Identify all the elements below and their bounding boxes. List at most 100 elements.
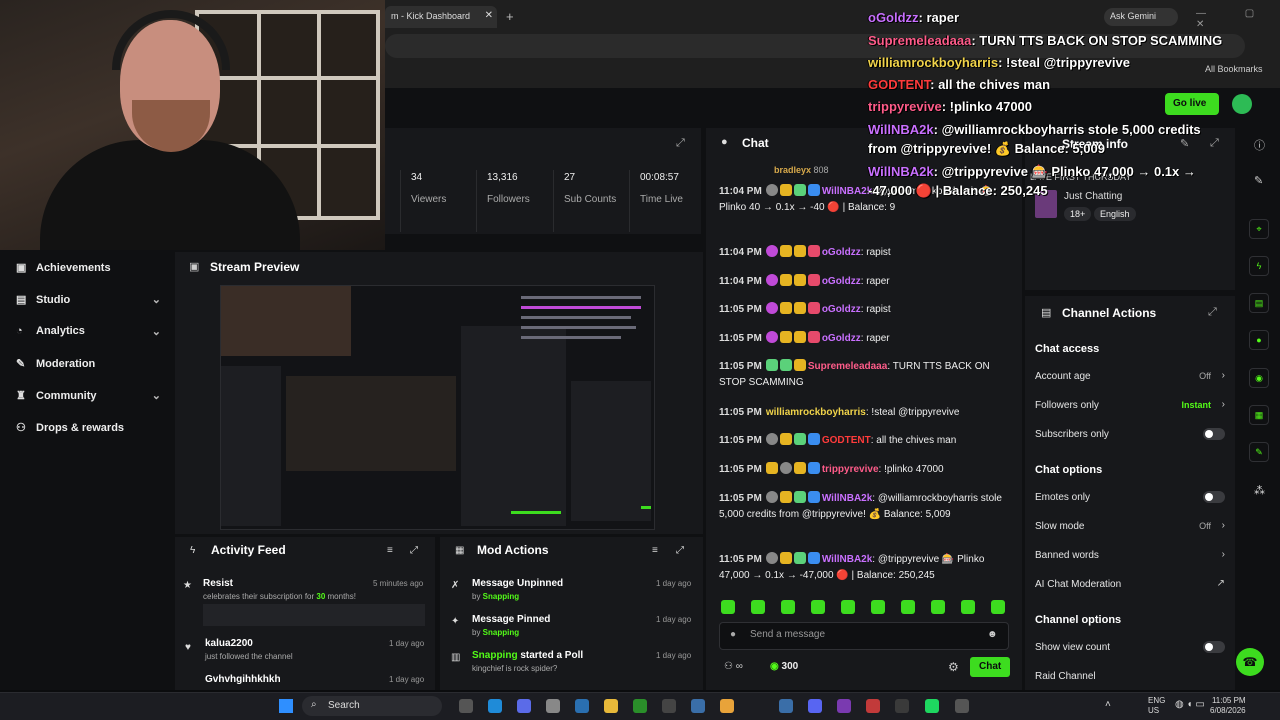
edit-icon[interactable]: ✎	[1180, 137, 1189, 150]
network-volume-icon[interactable]: ◍ ◖ ▭	[1175, 699, 1205, 710]
emoji-icon[interactable]: ☻	[987, 629, 998, 640]
feed-user[interactable]: Gvhvhgihhkhkh	[205, 674, 281, 685]
lightning-icon[interactable]: ϟ	[1249, 256, 1269, 276]
app-icon[interactable]	[779, 699, 793, 713]
sidebar-item-drops-rewards[interactable]: ⚇ Drops & rewards	[16, 421, 161, 441]
edit-icon[interactable]: ✎	[1254, 174, 1263, 187]
chat-message[interactable]: 11:05 PM GODTENT: all the chives man	[719, 433, 1009, 449]
setting-banned-words[interactable]: Banned words ›	[1035, 549, 1225, 561]
steam-icon[interactable]	[575, 699, 589, 713]
task-view-icon[interactable]	[459, 699, 473, 713]
emote-icon[interactable]	[721, 600, 735, 614]
emote-icon[interactable]	[931, 600, 945, 614]
taskbar-search[interactable]: Search	[302, 696, 442, 716]
emote-icon[interactable]	[901, 600, 915, 614]
chat-send-button[interactable]: Chat	[970, 657, 1010, 677]
chat-message[interactable]: 11:05 PM oGoldzz: raper	[719, 331, 1009, 347]
emote-icon[interactable]	[961, 600, 975, 614]
setting-raid-channel[interactable]: Raid Channel	[1035, 671, 1225, 682]
top-gifter[interactable]: bradleyx 808	[774, 165, 829, 175]
window-controls[interactable]: — ▢ ✕	[1196, 8, 1280, 30]
emote-icon[interactable]	[871, 600, 885, 614]
app-icon[interactable]	[955, 699, 969, 713]
tray-chevron-icon[interactable]: ˄	[1105, 699, 1111, 710]
xbox-icon[interactable]	[633, 699, 647, 713]
app-icon[interactable]	[895, 699, 909, 713]
discord-icon[interactable]	[808, 699, 822, 713]
go-live-button[interactable]: Go live	[1165, 93, 1219, 115]
chat-message[interactable]: 11:05 PM Supremeleadaaa: TURN TTS BACK ON…	[719, 359, 1009, 391]
setting-ai-chat-moderation[interactable]: AI Chat Moderation ↗	[1035, 578, 1225, 590]
setting-followers-only[interactable]: Followers only Instant ›	[1035, 399, 1225, 411]
avatar[interactable]	[1232, 94, 1252, 114]
stream-preview-video[interactable]	[220, 285, 655, 530]
toggle-switch[interactable]	[1203, 428, 1225, 440]
channel-points[interactable]: ◉ 300	[770, 661, 798, 672]
sidebar-item-community[interactable]: ♜ Community ⌄	[16, 389, 161, 409]
feed-user[interactable]: kalua2200	[205, 638, 253, 649]
feed-user[interactable]: Resist	[203, 578, 233, 589]
ask-gemini-button[interactable]: Ask Gemini	[1104, 8, 1178, 26]
setting-subscribers-only[interactable]: Subscribers only	[1035, 428, 1225, 440]
toggle-switch[interactable]	[1203, 641, 1225, 653]
chat-message[interactable]: 11:05 PM WillNBA2k: @trippyrevive 🎰 Plink…	[719, 552, 1009, 584]
expand-icon[interactable]: ⤢	[676, 545, 684, 556]
chat-message[interactable]: 11:04 PM oGoldzz: raper	[719, 274, 1009, 290]
expand-icon[interactable]: ⤢	[410, 545, 418, 556]
gear-icon[interactable]: ⚙	[948, 660, 959, 674]
app-icon[interactable]	[546, 699, 560, 713]
sidebar-item-analytics[interactable]: ◔ Analytics ⌄	[16, 325, 161, 345]
emote-icon[interactable]	[841, 600, 855, 614]
quick-action-icon[interactable]: ⌖	[1249, 219, 1269, 239]
windows-start-icon[interactable]	[279, 699, 293, 713]
folder-icon[interactable]	[720, 699, 734, 713]
expand-icon[interactable]: ⤢	[1210, 137, 1219, 150]
sidebar-item-moderation[interactable]: ✎ Moderation	[16, 357, 161, 377]
setting-show-view-count[interactable]: Show view count	[1035, 641, 1225, 653]
chat-message[interactable]: 11:05 PM williamrockboyharris: !steal @tr…	[719, 405, 1009, 421]
app-icon[interactable]	[866, 699, 880, 713]
filter-icon[interactable]: ≡	[652, 545, 658, 556]
input-language[interactable]: ENG US	[1148, 696, 1165, 716]
chat-message[interactable]: 11:05 PM WillNBA2k: @williamrockboyharris…	[719, 491, 1009, 523]
chat-message[interactable]: 11:05 PM oGoldzz: rapist	[719, 302, 1009, 318]
category-name[interactable]: Just Chatting	[1064, 191, 1122, 202]
emote-icon[interactable]	[811, 600, 825, 614]
filter-icon[interactable]: ≡	[387, 545, 393, 556]
chrome-icon[interactable]	[604, 699, 618, 713]
chat-message[interactable]: 11:04 PM oGoldzz: rapist	[719, 245, 1009, 261]
epic-icon[interactable]	[662, 699, 676, 713]
emote-icon[interactable]	[991, 600, 1005, 614]
emote-icon[interactable]	[751, 600, 765, 614]
expand-icon[interactable]: ⤢	[1208, 306, 1217, 319]
setting-emotes-only[interactable]: Emotes only	[1035, 491, 1225, 503]
info-icon[interactable]: ⓘ	[1254, 137, 1265, 153]
setting-account-age[interactable]: Account age Off ›	[1035, 370, 1225, 382]
apps-icon[interactable]: ⁂	[1254, 484, 1265, 497]
chat-settings-icon[interactable]: ●	[730, 629, 736, 640]
chat-bubble-icon[interactable]: ●	[1249, 330, 1269, 350]
toggle-switch[interactable]	[1203, 491, 1225, 503]
browser-tab[interactable]: m - Kick Dashboard ✕	[385, 6, 497, 28]
spotify-icon[interactable]	[925, 699, 939, 713]
broadcast-icon[interactable]: ◉	[1249, 368, 1269, 388]
expand-icon[interactable]: ⤢	[676, 137, 685, 150]
wrench-icon[interactable]: ✎	[1249, 442, 1269, 462]
tab-close-icon[interactable]: ✕	[485, 10, 493, 21]
edge-icon[interactable]	[488, 699, 502, 713]
app-icon[interactable]	[837, 699, 851, 713]
all-bookmarks-button[interactable]: All Bookmarks	[1205, 64, 1263, 74]
clock[interactable]: 11:05 PM 6/08/2026	[1210, 696, 1246, 716]
chat-message[interactable]: 11:05 PM trippyrevive: !plinko 47000	[719, 462, 1009, 478]
document-icon[interactable]: ▤	[1249, 293, 1269, 313]
new-tab-button[interactable]: +	[506, 9, 514, 24]
app-icon[interactable]	[517, 699, 531, 713]
support-chat-icon[interactable]: ☎	[1236, 648, 1264, 676]
settings-icon[interactable]	[691, 699, 705, 713]
link-icon[interactable]: ⚇ ∞	[724, 661, 743, 672]
sidebar-item-achievements[interactable]: ▣ Achievements	[16, 261, 161, 281]
sidebar-item-studio[interactable]: ▤ Studio ⌄	[16, 293, 161, 313]
layout-icon[interactable]: ▦	[1249, 405, 1269, 425]
setting-slow-mode[interactable]: Slow mode Off ›	[1035, 520, 1225, 532]
emote-icon[interactable]	[781, 600, 795, 614]
